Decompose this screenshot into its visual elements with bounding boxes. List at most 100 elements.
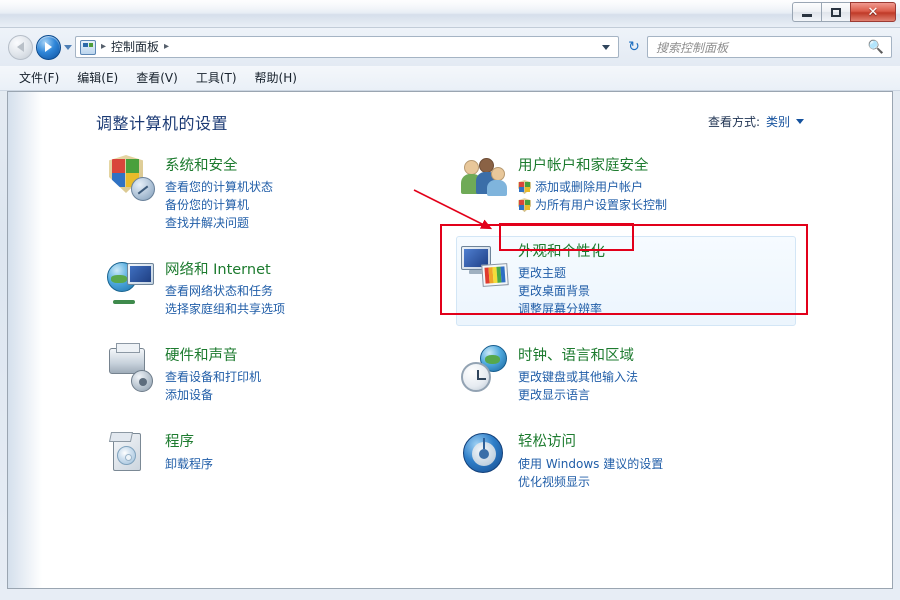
category-title[interactable]: 网络和 Internet	[165, 261, 271, 279]
chevron-down-icon[interactable]	[796, 119, 804, 124]
sublink-label: 查看您的计算机状态	[165, 180, 274, 195]
category-printer-hardware[interactable]: 硬件和声音查看设备和打印机 添加设备	[103, 340, 443, 412]
category-sublink[interactable]: 更改主题	[518, 264, 790, 282]
category-sublink[interactable]: 查找并解决问题	[165, 214, 437, 232]
address-bar[interactable]: ▸ 控制面板 ▸	[75, 36, 619, 58]
control-panel-window: ✕ ▸ 控制面板 ▸ ↻ 搜索控制面板 🔍 文件(F) 编辑(E) 查看(V) …	[0, 0, 900, 600]
sublink-label: 优化视频显示	[518, 474, 591, 489]
view-by-label: 查看方式:	[707, 115, 760, 129]
category-title[interactable]: 时钟、语言和区域	[518, 347, 634, 365]
sublink-label: 卸载程序	[165, 456, 214, 471]
category-sublink[interactable]: 更改键盘或其他输入法	[518, 368, 790, 386]
maximize-icon	[831, 7, 841, 17]
category-body: 时钟、语言和区域 更改键盘或其他输入法 更改显示语言	[518, 344, 790, 404]
minimize-button[interactable]	[792, 2, 821, 22]
category-sublink[interactable]: 添加设备	[165, 386, 437, 404]
category-sublink[interactable]: 卸载程序	[165, 455, 437, 473]
menu-item-2[interactable]: 查看(V)	[129, 69, 185, 87]
refresh-button[interactable]: ↻	[621, 35, 647, 59]
category-sublink[interactable]: 更改显示语言	[518, 386, 790, 404]
category-appearance-display[interactable]: 外观和个性化 更改主题更改桌面背景 调整屏幕分辨率	[456, 236, 796, 327]
category-sublink[interactable]: 选择家庭组和共享选项	[165, 300, 437, 318]
category-sublink[interactable]: 备份您的计算机	[165, 196, 437, 214]
sublink-label: 更改键盘或其他输入法	[518, 370, 639, 385]
title-bar: ✕	[0, 0, 900, 28]
menu-item-3[interactable]: 工具(T)	[189, 69, 244, 87]
category-sublink[interactable]: 查看您的计算机状态	[165, 178, 437, 196]
sublink-label: 使用 Windows 建议的设置	[518, 456, 664, 471]
breadcrumb-separator-2[interactable]: ▸	[159, 42, 174, 52]
sublink-label: 查找并解决问题	[165, 216, 250, 231]
category-column-left: 系统和安全查看您的计算机状态 备份您的计算机 查找并解决问题网络和 Internet…	[103, 150, 443, 500]
sublink-label: 查看网络状态和任务	[165, 284, 274, 299]
close-button[interactable]: ✕	[850, 2, 896, 22]
category-sublink[interactable]: 更改桌面背景	[518, 282, 790, 300]
category-body: 网络和 Internet 查看网络状态和任务 选择家庭组和共享选项	[165, 258, 437, 318]
category-sublink[interactable]: 调整屏幕分辨率	[518, 300, 790, 318]
refresh-icon: ↻	[628, 39, 640, 55]
back-arrow-icon	[17, 42, 24, 52]
sublink-label: 更改桌面背景	[518, 284, 591, 299]
clock-region-icon	[460, 344, 508, 393]
category-title[interactable]: 轻松访问	[518, 433, 576, 451]
search-icon: 🔍	[867, 39, 884, 55]
view-by-control[interactable]: 查看方式: 类别	[708, 113, 804, 130]
sublink-label: 调整屏幕分辨率	[518, 302, 603, 317]
window-controls: ✕	[792, 2, 896, 22]
forward-button[interactable]	[36, 34, 61, 60]
category-user-accounts[interactable]: 用户帐户和家庭安全添加或删除用户帐户 为所有用户设置家长控制	[456, 150, 796, 222]
sublink-label: 添加或删除用户帐户	[535, 180, 644, 195]
category-title[interactable]: 系统和安全	[165, 157, 238, 175]
category-body: 系统和安全查看您的计算机状态 备份您的计算机 查找并解决问题	[165, 154, 437, 232]
menu-item-0[interactable]: 文件(F)	[12, 69, 66, 87]
category-programs-box[interactable]: 程序 卸载程序	[103, 426, 443, 486]
uac-shield-icon	[518, 180, 531, 195]
search-input[interactable]: 搜索控制面板 🔍	[647, 36, 892, 58]
security-shield-icon	[107, 154, 155, 202]
address-dropdown-icon[interactable]	[602, 44, 610, 50]
control-panel-icon	[80, 39, 96, 55]
recent-pages-button[interactable]	[61, 28, 75, 66]
category-title[interactable]: 程序	[165, 433, 194, 451]
category-sublink[interactable]: 为所有用户设置家长控制	[518, 196, 790, 214]
category-ease-of-access[interactable]: 轻松访问使用 Windows 建议的设置 优化视频显示	[456, 426, 796, 498]
content-left-gradient	[8, 92, 42, 588]
category-title[interactable]: 用户帐户和家庭安全	[518, 157, 649, 175]
minimize-icon	[802, 13, 812, 17]
category-clock-region[interactable]: 时钟、语言和区域 更改键盘或其他输入法 更改显示语言	[456, 340, 796, 412]
category-sublink[interactable]: 使用 Windows 建议的设置	[518, 455, 790, 473]
menu-item-1[interactable]: 编辑(E)	[70, 69, 125, 87]
ease-of-access-icon	[460, 430, 508, 478]
category-body: 硬件和声音查看设备和打印机 添加设备	[165, 344, 437, 404]
sublink-label: 添加设备	[165, 388, 214, 403]
chevron-down-icon	[64, 44, 72, 50]
close-icon: ✕	[867, 4, 879, 20]
programs-box-icon	[107, 430, 155, 478]
category-title[interactable]: 外观和个性化	[518, 243, 605, 261]
sublink-label: 查看设备和打印机	[165, 370, 262, 385]
titlebar-sheen	[0, 0, 900, 14]
category-sublink[interactable]: 优化视频显示	[518, 473, 790, 491]
navigation-bar: ▸ 控制面板 ▸ ↻ 搜索控制面板 🔍	[0, 28, 900, 66]
maximize-button[interactable]	[821, 2, 850, 22]
network-globe-icon	[107, 258, 155, 306]
menu-bar: 文件(F) 编辑(E) 查看(V) 工具(T) 帮助(H)	[0, 66, 900, 91]
category-security-shield[interactable]: 系统和安全查看您的计算机状态 备份您的计算机 查找并解决问题	[103, 150, 443, 240]
uac-shield-icon	[518, 198, 531, 213]
forward-arrow-icon	[45, 42, 52, 52]
sublink-label: 选择家庭组和共享选项	[165, 302, 286, 317]
back-button[interactable]	[8, 34, 33, 60]
category-sublink[interactable]: 查看网络状态和任务	[165, 282, 437, 300]
menu-item-4[interactable]: 帮助(H)	[248, 69, 304, 87]
category-sublink[interactable]: 查看设备和打印机	[165, 368, 437, 386]
sublink-label: 更改主题	[518, 266, 567, 281]
sublink-label: 更改显示语言	[518, 388, 591, 403]
breadcrumb-control-panel[interactable]: 控制面板	[111, 41, 159, 53]
category-title[interactable]: 硬件和声音	[165, 347, 238, 365]
category-body: 轻松访问使用 Windows 建议的设置 优化视频显示	[518, 430, 790, 490]
view-by-value[interactable]: 类别	[766, 113, 790, 130]
printer-hardware-icon	[107, 343, 155, 393]
category-sublink[interactable]: 添加或删除用户帐户	[518, 178, 790, 196]
category-network-globe[interactable]: 网络和 Internet 查看网络状态和任务 选择家庭组和共享选项	[103, 254, 443, 326]
sublink-label: 备份您的计算机	[165, 198, 250, 213]
